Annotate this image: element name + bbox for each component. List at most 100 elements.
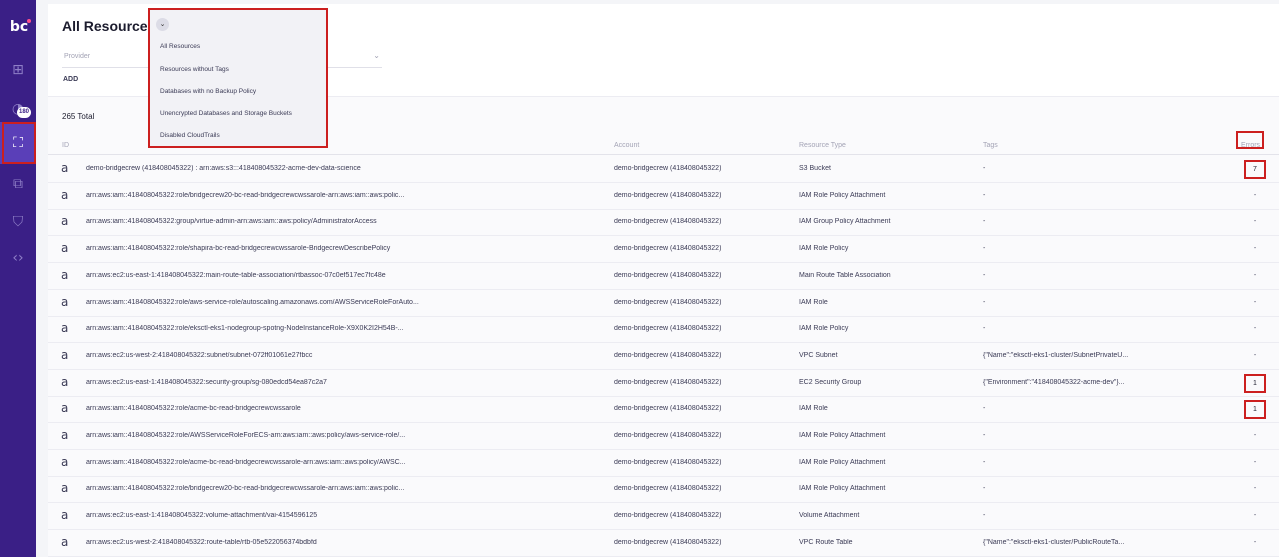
resource-account: demo-bridgecrew (418408045322) xyxy=(614,271,722,279)
column-account[interactable]: Account xyxy=(614,142,639,149)
aws-icon: a xyxy=(61,187,69,202)
chevron-down-icon[interactable]: ⌄ xyxy=(156,18,169,31)
column-errors[interactable]: Errors xyxy=(1241,142,1260,149)
error-count-highlight[interactable]: 7 xyxy=(1244,160,1266,179)
add-filter-link[interactable]: ADD xyxy=(63,76,78,83)
error-count: - xyxy=(1253,351,1257,359)
dropdown-item-disabled-cloudtrails[interactable]: Disabled CloudTrails xyxy=(160,132,220,139)
sidebar-item-resources[interactable]: ⛶ xyxy=(0,122,36,164)
resource-type: IAM Role Policy Attachment xyxy=(799,191,886,199)
resource-id[interactable]: arn:aws:iam::418408045322:role/acme-bc-r… xyxy=(86,405,426,412)
total-count: 265 Total xyxy=(62,112,95,121)
resource-id[interactable]: arn:aws:iam::418408045322:role/acme-bc-r… xyxy=(86,459,426,466)
resource-id[interactable]: arn:aws:iam::418408045322:role/shapira-b… xyxy=(86,245,426,252)
resource-type: IAM Role Policy Attachment xyxy=(799,485,886,493)
table-row[interactable]: a arn:aws:iam::418408045322:role/bridgecr… xyxy=(48,476,1279,504)
table-row[interactable]: a arn:aws:iam::418408045322:role/acme-bc-… xyxy=(48,450,1279,477)
aws-icon: a xyxy=(61,534,69,549)
table-row[interactable]: a arn:aws:iam::418408045322:role/aws-serv… xyxy=(48,290,1279,317)
resource-id[interactable]: demo-bridgecrew (418408045322) : arn:aws… xyxy=(86,165,426,172)
table-row[interactable]: a arn:aws:ec2:us-east-1:418408045322:volu… xyxy=(48,503,1279,531)
error-count-highlight[interactable]: 1 xyxy=(1244,373,1266,393)
table-row[interactable]: a arn:aws:iam::418408045322:role/shapira-… xyxy=(48,236,1279,264)
resource-id[interactable]: arn:aws:iam::418408045322:group/virtue-a… xyxy=(86,218,426,225)
resource-type: IAM Role xyxy=(799,405,828,413)
resource-account: demo-bridgecrew (418408045322) xyxy=(614,538,722,546)
bridgecrew-logo[interactable]: bc xyxy=(6,14,32,40)
resource-tags: {"Name":"eksctl-eks1-cluster/SubnetPriva… xyxy=(983,351,1129,359)
resource-type: Main Route Table Association xyxy=(799,271,891,279)
error-count: - xyxy=(1253,298,1257,306)
table-row[interactable]: a arn:aws:iam::418408045322:role/AWSServi… xyxy=(48,423,1279,450)
error-count: - xyxy=(1253,512,1257,520)
shield-icon[interactable]: ⛉ xyxy=(8,212,28,232)
resource-tags: - xyxy=(983,458,986,466)
sidebar: bc ⊞ ◔ 180 ⛶ ⧉ ⛉ ‹› xyxy=(0,0,36,557)
resource-id[interactable]: arn:aws:ec2:us-west-2:418408045322:subne… xyxy=(86,352,426,359)
aws-icon: a xyxy=(61,294,69,309)
notification-badge: 180 xyxy=(17,107,32,118)
resource-id[interactable]: arn:aws:iam::418408045322:role/bridgecre… xyxy=(86,485,426,492)
resource-id[interactable]: arn:aws:iam::418408045322:role/aws-servi… xyxy=(86,299,426,306)
table-row[interactable]: a arn:aws:ec2:us-east-1:418408045322:main… xyxy=(48,263,1279,290)
table-row[interactable]: a arn:aws:iam::418408045322:role/eksctl-e… xyxy=(48,316,1279,344)
error-count-highlight[interactable]: 1 xyxy=(1244,400,1266,420)
table-row[interactable]: a arn:aws:ec2:us-east-1:418408045322:secu… xyxy=(48,370,1279,397)
aws-icon: a xyxy=(61,508,69,523)
aws-icon: a xyxy=(61,454,69,469)
resource-id[interactable]: arn:aws:ec2:us-west-2:418408045322:route… xyxy=(86,539,426,546)
dropdown-item-resources-without-tags[interactable]: Resources without Tags xyxy=(160,66,229,73)
resource-id[interactable]: arn:aws:iam::418408045322:role/bridgecre… xyxy=(86,192,426,199)
resource-account: demo-bridgecrew (418408045322) xyxy=(614,325,722,333)
resource-id[interactable]: arn:aws:iam::418408045322:role/AWSServic… xyxy=(86,432,426,439)
resources-icon: ⛶ xyxy=(13,135,23,151)
dropdown-item-databases-no-backup[interactable]: Databases with no Backup Policy xyxy=(160,88,256,95)
dropdown-item-unencrypted-databases[interactable]: Unencrypted Databases and Storage Bucket… xyxy=(160,110,292,117)
resource-tags: - xyxy=(983,405,986,413)
error-count: - xyxy=(1253,218,1257,226)
resource-id[interactable]: arn:aws:iam::418408045322:role/eksctl-ek… xyxy=(86,325,426,332)
chevron-down-icon: ⌄ xyxy=(373,51,380,60)
error-count: - xyxy=(1253,271,1257,279)
aws-icon: a xyxy=(61,321,69,336)
table-row[interactable]: a arn:aws:iam::418408045322:role/bridgecr… xyxy=(48,183,1279,210)
resource-account: demo-bridgecrew (418408045322) xyxy=(614,432,722,439)
resource-account: demo-bridgecrew (418408045322) xyxy=(614,191,722,199)
aws-icon: a xyxy=(61,428,69,442)
resources-table: 265 Total ID Account Resource Type Tags … xyxy=(48,96,1279,557)
error-count: - xyxy=(1253,191,1257,199)
puzzle-icon[interactable]: ⧉ xyxy=(8,174,28,194)
resource-id[interactable]: arn:aws:ec2:us-east-1:418408045322:main-… xyxy=(86,272,426,279)
aws-icon: a xyxy=(61,241,69,256)
resource-type: VPC Route Table xyxy=(799,538,853,546)
resource-type: S3 Bucket xyxy=(799,165,831,172)
column-id[interactable]: ID xyxy=(62,142,69,149)
resource-tags: - xyxy=(983,165,986,172)
resource-tags: - xyxy=(983,218,986,226)
table-row[interactable]: a arn:aws:ec2:us-west-2:418408045322:rout… xyxy=(48,530,1279,557)
aws-icon: a xyxy=(61,401,69,416)
resource-account: demo-bridgecrew (418408045322) xyxy=(614,485,722,493)
resource-id[interactable]: arn:aws:ec2:us-east-1:418408045322:volum… xyxy=(86,512,426,519)
code-icon[interactable]: ‹› xyxy=(8,248,28,268)
column-resource-type[interactable]: Resource Type xyxy=(799,142,846,149)
resource-account: demo-bridgecrew (418408045322) xyxy=(614,512,722,520)
table-row[interactable]: a demo-bridgecrew (418408045322) : arn:aw… xyxy=(48,156,1279,183)
resource-tags: {"Name":"eksctl-eks1-cluster/PublicRoute… xyxy=(983,538,1125,546)
resource-tags: - xyxy=(983,298,986,306)
resource-type: VPC Subnet xyxy=(799,351,838,359)
error-count: - xyxy=(1253,432,1257,439)
logo-dot xyxy=(27,19,31,23)
resource-account: demo-bridgecrew (418408045322) xyxy=(614,218,722,226)
dropdown-item-all-resources[interactable]: All Resources xyxy=(160,43,200,50)
resource-type: IAM Role Policy xyxy=(799,245,849,253)
dashboard-icon[interactable]: ⊞ xyxy=(8,60,28,80)
table-row[interactable]: a arn:aws:iam::418408045322:role/acme-bc-… xyxy=(48,396,1279,424)
table-row[interactable]: a arn:aws:ec2:us-west-2:418408045322:subn… xyxy=(48,343,1279,370)
table-row[interactable]: a arn:aws:iam::418408045322:group/virtue-… xyxy=(48,209,1279,237)
column-tags[interactable]: Tags xyxy=(983,142,998,149)
error-count: - xyxy=(1253,538,1257,546)
resource-tags: - xyxy=(983,432,986,439)
resource-account: demo-bridgecrew (418408045322) xyxy=(614,351,722,359)
resource-id[interactable]: arn:aws:ec2:us-east-1:418408045322:secur… xyxy=(86,379,426,386)
